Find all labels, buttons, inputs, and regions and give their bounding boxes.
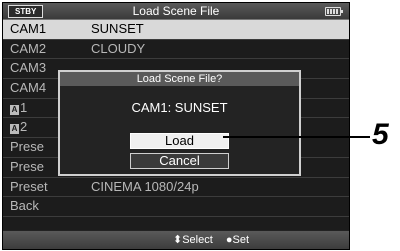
user-icon: A [10, 104, 19, 115]
list-item-key: CAM4 [10, 80, 47, 96]
list-item[interactable]: Preset CINEMA 1080/24p [3, 178, 349, 198]
cancel-button[interactable]: Cancel [130, 153, 229, 169]
callout-line [223, 136, 370, 138]
list-item-value: SUNSET [91, 21, 144, 36]
select-hint: ⬍Select [173, 234, 213, 246]
list-item-key: CAM2 [10, 40, 47, 56]
dialog-message: CAM1: SUNSET [131, 100, 228, 115]
callout-number: 5 [372, 118, 389, 151]
list-item-key: 2 [20, 119, 28, 135]
set-hint: ●Set [225, 234, 250, 246]
load-scene-dialog: Load Scene File? CAM1: SUNSET Load Cance… [58, 70, 301, 176]
list-item[interactable]: CAM2 CLOUDY [3, 40, 349, 60]
list-item-back[interactable]: Back [3, 197, 349, 217]
header-bar: STBY Load Scene File [3, 3, 349, 20]
list-item-key: Prese [10, 158, 44, 174]
list-item-key: Prese [10, 139, 44, 155]
battery-icon [325, 7, 343, 16]
list-item-key: CAM1 [10, 21, 47, 36]
list-item[interactable]: CAM1 SUNSET [3, 20, 349, 40]
list-item-value: CINEMA 1080/24p [91, 178, 199, 194]
list-item-value: CLOUDY [91, 40, 146, 56]
list-item-key: Back [10, 198, 39, 214]
camera-screen: STBY Load Scene File CAM1 SUNSET CAM2 CL… [2, 2, 350, 250]
footer-bar: ⬍Select ●Set [3, 230, 349, 249]
user-icon: A [10, 124, 19, 135]
list-item-key: Preset [10, 178, 48, 194]
page-title: Load Scene File [132, 4, 220, 18]
list-item-key: 1 [20, 99, 28, 115]
list-item-key: CAM3 [10, 60, 47, 76]
load-button[interactable]: Load [130, 133, 229, 149]
dialog-title: Load Scene File? [60, 72, 299, 86]
